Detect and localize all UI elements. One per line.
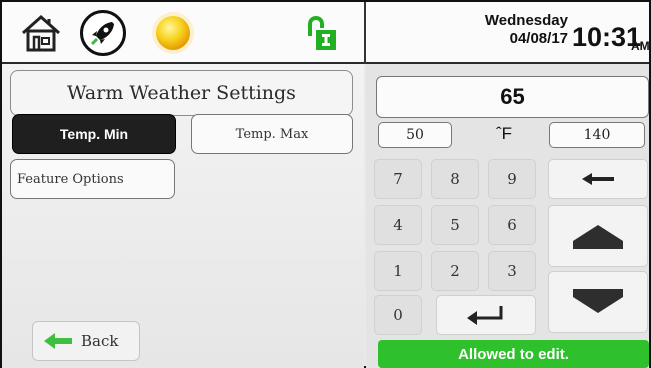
page-title: Warm Weather Settings bbox=[10, 70, 353, 116]
rocket-icon[interactable] bbox=[80, 10, 126, 56]
backspace-arrow-icon bbox=[582, 173, 614, 185]
value-display: 65 bbox=[376, 76, 649, 118]
keypad-panel: 65 50 ˆF 140 7 8 9 4 5 6 1 2 3 0 Allowed… bbox=[366, 64, 649, 368]
tab-temp-max[interactable]: Temp. Max bbox=[191, 114, 353, 154]
feature-options-button[interactable]: Feature Options bbox=[10, 159, 175, 199]
key-7[interactable]: 7 bbox=[374, 159, 422, 199]
key-3[interactable]: 3 bbox=[488, 251, 536, 291]
increase-button[interactable] bbox=[548, 205, 648, 267]
up-arrow-icon bbox=[573, 225, 623, 249]
key-6[interactable]: 6 bbox=[488, 205, 536, 245]
decrease-button[interactable] bbox=[548, 271, 648, 333]
sun-icon[interactable] bbox=[150, 10, 196, 56]
date-number: 04/08/17 bbox=[509, 30, 568, 47]
tab-temp-min[interactable]: Temp. Min bbox=[12, 114, 176, 154]
enter-button[interactable] bbox=[436, 295, 536, 335]
header-divider bbox=[364, 2, 366, 64]
thermostat-screen: Wednesday 04/08/17 10:31 AM Warm Weather… bbox=[0, 0, 651, 368]
range-min-value: 50 bbox=[378, 122, 452, 148]
key-5[interactable]: 5 bbox=[431, 205, 479, 245]
key-1[interactable]: 1 bbox=[374, 251, 422, 291]
key-4[interactable]: 4 bbox=[374, 205, 422, 245]
settings-panel: Warm Weather Settings Temp. Min Temp. Ma… bbox=[2, 64, 364, 368]
header-bar: Wednesday 04/08/17 10:31 AM bbox=[2, 2, 650, 64]
unlock-icon[interactable] bbox=[300, 14, 340, 54]
clock-ampm: AM bbox=[631, 39, 650, 53]
back-button[interactable]: Back bbox=[32, 321, 140, 361]
unit-label: ˆF bbox=[496, 124, 513, 143]
range-max-value: 140 bbox=[549, 122, 645, 148]
edit-status-bar: Allowed to edit. bbox=[378, 340, 649, 368]
enter-icon bbox=[467, 306, 503, 325]
key-0[interactable]: 0 bbox=[374, 295, 422, 335]
home-icon[interactable] bbox=[18, 10, 64, 56]
key-9[interactable]: 9 bbox=[488, 159, 536, 199]
date-display: Wednesday 04/08/17 bbox=[470, 12, 568, 48]
key-2[interactable]: 2 bbox=[431, 251, 479, 291]
back-label: Back bbox=[81, 332, 119, 350]
down-arrow-icon bbox=[573, 289, 623, 313]
key-8[interactable]: 8 bbox=[431, 159, 479, 199]
date-day: Wednesday bbox=[484, 12, 568, 29]
back-arrow-icon bbox=[44, 333, 72, 349]
backspace-button[interactable] bbox=[548, 159, 648, 199]
